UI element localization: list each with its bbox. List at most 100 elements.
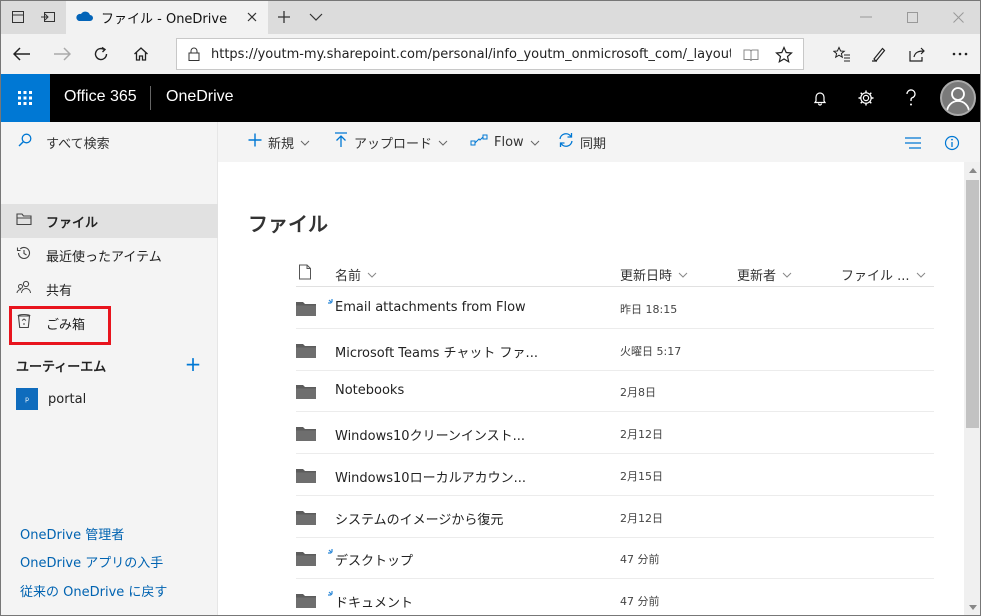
modified-column-header[interactable]: 更新日時 [620, 262, 688, 286]
new-button[interactable]: 新規 [248, 132, 310, 152]
folder-icon [296, 384, 316, 399]
history-icon [16, 245, 32, 265]
file-name[interactable]: Email attachments from Flow [335, 300, 526, 315]
modified-by-column-header[interactable]: 更新者 [737, 262, 792, 286]
lock-icon[interactable] [177, 47, 211, 61]
folder-icon [16, 212, 32, 230]
close-tab-icon[interactable] [244, 9, 260, 25]
folder-icon [296, 593, 316, 608]
file-type-header[interactable] [298, 262, 312, 286]
table-row[interactable]: Notebooks 2月8日 [296, 371, 934, 412]
scroll-up-arrow-icon[interactable] [964, 162, 981, 179]
favorite-star-icon[interactable] [774, 45, 794, 65]
table-row[interactable]: システムのイメージから復元 2月12日 [296, 497, 934, 538]
chevron-down-icon [916, 267, 926, 282]
active-tab[interactable]: ファイル - OneDrive [66, 1, 268, 34]
help-icon[interactable] [899, 86, 923, 110]
info-pane-icon[interactable] [941, 132, 963, 154]
get-apps-link[interactable]: OneDrive アプリの入手 [20, 552, 163, 571]
reading-view-icon[interactable] [741, 45, 761, 65]
notification-bell-icon[interactable] [808, 86, 832, 110]
chevron-down-icon [530, 135, 540, 150]
section-title: ユーティーエム [16, 360, 107, 375]
user-avatar[interactable] [940, 80, 976, 116]
file-name[interactable]: デスクトップ [335, 550, 413, 569]
pen-icon[interactable] [866, 42, 892, 66]
onedrive-admin-link[interactable]: OneDrive 管理者 [20, 524, 124, 543]
command-bar: 新規 アップロード Flow 同期 [218, 122, 981, 162]
forward-icon[interactable] [49, 42, 75, 66]
flow-button[interactable]: Flow [470, 132, 540, 152]
share-icon[interactable] [905, 42, 931, 66]
nav-item-shared[interactable]: 共有 [0, 272, 218, 306]
set-tabs-aside-icon[interactable] [37, 6, 59, 28]
back-icon[interactable] [9, 42, 35, 66]
scroll-down-arrow-icon[interactable] [964, 599, 981, 616]
modified-date: 47 分前 [620, 595, 660, 608]
app-name[interactable]: OneDrive [166, 88, 234, 106]
file-name[interactable]: システムのイメージから復元 [335, 509, 503, 528]
classic-onedrive-link[interactable]: 従来の OneDrive に戻す [20, 581, 167, 600]
favorites-hub-icon[interactable] [829, 42, 855, 66]
office365-brand[interactable]: Office 365 [64, 88, 137, 106]
file-name[interactable]: ドキュメント [335, 592, 413, 611]
tab-actions-icon[interactable] [7, 6, 29, 28]
site-portal[interactable]: p portal [16, 388, 86, 410]
folder-icon [296, 301, 316, 316]
folder-icon [296, 426, 316, 441]
search-all[interactable]: すべて検索 [0, 122, 218, 162]
nav-item-files[interactable]: ファイル [0, 204, 218, 238]
folder-icon [296, 343, 316, 358]
app-launcher-waffle-icon[interactable] [0, 74, 50, 122]
sync-button[interactable]: 同期 [558, 132, 606, 152]
url-text: https://youtm-my.sharepoint.com/personal… [211, 46, 731, 62]
maximize-icon[interactable] [889, 0, 935, 34]
search-icon [18, 133, 32, 151]
scrollbar-thumb[interactable] [966, 180, 979, 428]
left-navigation: すべて検索 ファイル 最近使ったアイテム 共有 ごみ箱 ユーティーエム + p … [0, 122, 218, 616]
address-bar[interactable]: https://youtm-my.sharepoint.com/personal… [176, 38, 804, 70]
tab-preview-chevron-icon[interactable] [305, 6, 327, 28]
browser-nav-bar: https://youtm-my.sharepoint.com/personal… [0, 34, 981, 74]
main-content: ファイル 名前 更新日時 更新者 ファイル ... Email attachme… [218, 162, 964, 616]
table-row[interactable]: Windows10ローカルアカウン... 2月15日 [296, 455, 934, 496]
header-divider [296, 286, 934, 287]
table-row[interactable]: Email attachments from Flow 昨日 18:15 [296, 288, 934, 329]
nav-item-recent[interactable]: 最近使ったアイテム [0, 238, 218, 272]
plus-icon [248, 133, 262, 151]
name-column-header[interactable]: 名前 [335, 262, 377, 286]
table-row[interactable]: Windows10クリーンインスト... 2月12日 [296, 413, 934, 454]
window-close-icon[interactable] [935, 0, 981, 34]
table-row[interactable]: ドキュメント 47 分前 [296, 580, 934, 616]
home-icon[interactable] [128, 42, 154, 66]
new-label: 新規 [268, 136, 295, 152]
file-name[interactable]: Notebooks [335, 383, 404, 398]
vertical-scrollbar[interactable] [964, 162, 981, 616]
add-icon[interactable]: + [184, 354, 202, 374]
modified-by-column-label: 更新者 [737, 268, 777, 284]
view-options-icon[interactable] [902, 132, 924, 154]
modified-date: 47 分前 [620, 553, 660, 566]
modified-column-label: 更新日時 [620, 268, 673, 284]
chevron-down-icon [438, 135, 448, 150]
table-row[interactable]: デスクトップ 47 分前 [296, 538, 934, 579]
site-badge: p [16, 388, 38, 410]
refresh-icon[interactable] [88, 42, 114, 66]
more-icon[interactable] [947, 42, 973, 66]
upload-button[interactable]: アップロード [334, 132, 448, 152]
settings-gear-icon[interactable] [854, 86, 878, 110]
modified-date: 2月8日 [620, 386, 656, 399]
folder-icon [296, 468, 316, 483]
minimize-icon[interactable] [843, 0, 889, 34]
nav-item-label: 共有 [46, 283, 73, 299]
file-name[interactable]: Windows10ローカルアカウン... [335, 467, 526, 486]
table-row[interactable]: Microsoft Teams チャット ファ... 火曜日 5:17 [296, 330, 934, 371]
file-name[interactable]: Microsoft Teams チャット ファ... [335, 342, 538, 361]
new-tab-icon[interactable] [273, 6, 295, 28]
modified-date: 2月15日 [620, 470, 663, 483]
file-type-icon [298, 264, 312, 284]
file-size-column-header[interactable]: ファイル ... [841, 262, 926, 286]
file-name[interactable]: Windows10クリーンインスト... [335, 425, 525, 444]
file-size-column-label: ファイル ... [841, 268, 910, 284]
search-all-label: すべて検索 [46, 136, 110, 152]
